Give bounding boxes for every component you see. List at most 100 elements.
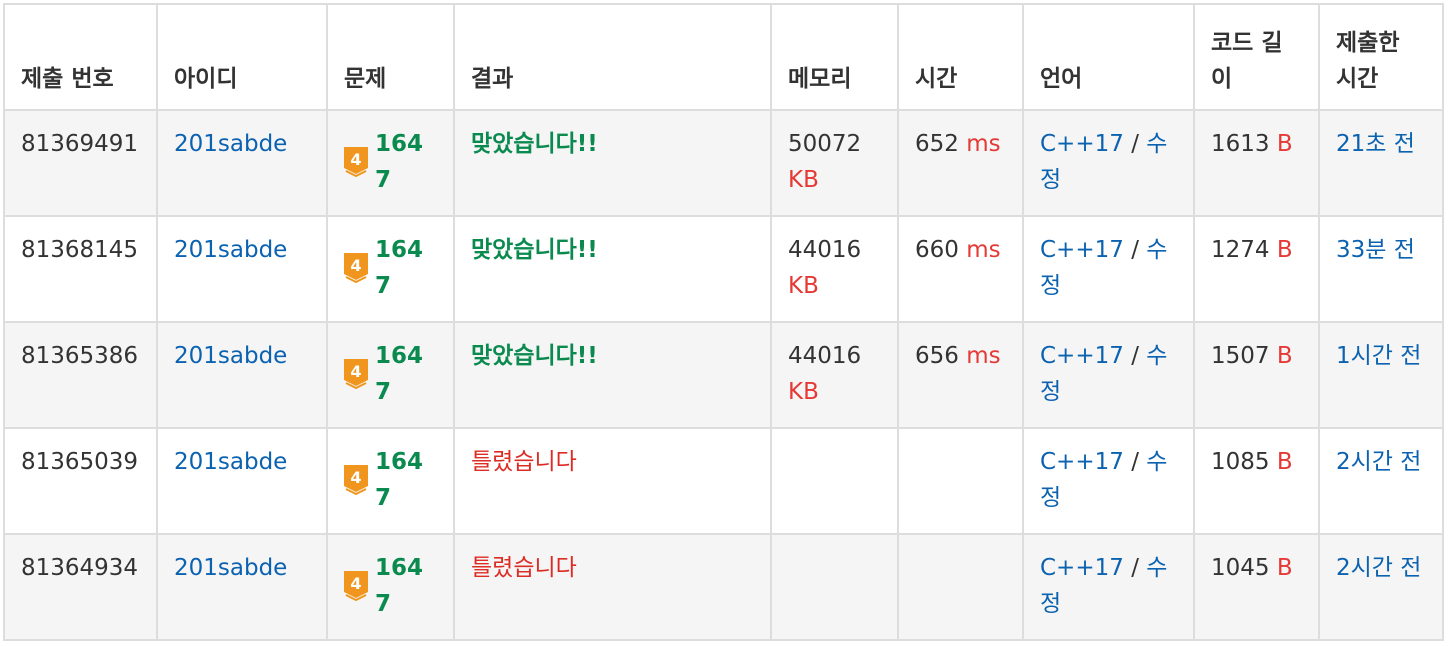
tier-badge-icon: 4 [344, 359, 368, 389]
result-text: 틀렸습니다 [471, 449, 577, 475]
problem-link[interactable]: 4 1647 [344, 338, 437, 410]
problem-number: 1647 [375, 555, 424, 617]
problem-cell: 4 1647 [326, 109, 455, 217]
problem-cell: 4 1647 [326, 321, 455, 429]
header-submitted-at: 제출한 시간 [1318, 3, 1444, 111]
submission-id-cell: 81364934 [3, 533, 158, 641]
code-length-value: 1045 [1211, 555, 1270, 581]
user-link[interactable]: 201sabde [174, 555, 287, 581]
user-link[interactable]: 201sabde [174, 237, 287, 263]
tier-badge-number: 4 [350, 256, 361, 275]
result-cell: 맞았습니다!! [453, 109, 772, 217]
problem-cell: 4 1647 [326, 215, 455, 323]
submitted-at-link[interactable]: 2시간 전 [1336, 555, 1421, 581]
language-cell: C++17 / 수정 [1022, 109, 1195, 217]
submitted-at-link[interactable]: 33분 전 [1336, 237, 1415, 263]
language-link[interactable]: C++17 [1040, 449, 1124, 475]
language-cell: C++17 / 수정 [1022, 533, 1195, 641]
problem-number: 1647 [375, 449, 424, 511]
table-body: 81369491 201sabde 4 1647 맞았습니다!! 50072 K… [3, 109, 1444, 641]
header-language: 언어 [1022, 3, 1195, 111]
code-length-cell: 1274 B [1193, 215, 1320, 323]
submitted-at-cell: 33분 전 [1318, 215, 1444, 323]
problem-link[interactable]: 4 1647 [344, 550, 437, 622]
code-length-value: 1085 [1211, 449, 1270, 475]
header-result: 결과 [453, 3, 772, 111]
submitted-at-link[interactable]: 1시간 전 [1336, 343, 1421, 369]
submission-id-cell: 81368145 [3, 215, 158, 323]
memory-value: 44016 [788, 237, 862, 263]
code-length-cell: 1507 B [1193, 321, 1320, 429]
header-submission-id: 제출 번호 [3, 3, 158, 111]
result-text: 맞았습니다!! [471, 343, 598, 369]
problem-link[interactable]: 4 1647 [344, 444, 437, 516]
table-row: 81365039 201sabde 4 1647 틀렸습니다 C++17 / 수… [3, 427, 1444, 535]
submitted-at-link[interactable]: 21초 전 [1336, 131, 1415, 157]
user-cell: 201sabde [156, 109, 328, 217]
problem-link[interactable]: 4 1647 [344, 126, 437, 198]
memory-unit: KB [788, 379, 819, 405]
user-link[interactable]: 201sabde [174, 449, 287, 475]
submission-id: 81364934 [21, 555, 139, 581]
user-cell: 201sabde [156, 321, 328, 429]
user-cell: 201sabde [156, 215, 328, 323]
header-problem: 문제 [326, 3, 455, 111]
submission-id-cell: 81365386 [3, 321, 158, 429]
language-cell: C++17 / 수정 [1022, 215, 1195, 323]
memory-cell [770, 427, 899, 535]
result-cell: 틀렸습니다 [453, 427, 772, 535]
submitted-at-cell: 2시간 전 [1318, 533, 1444, 641]
code-length-value: 1613 [1211, 131, 1270, 157]
code-length-cell: 1045 B [1193, 533, 1320, 641]
code-length-unit: B [1276, 555, 1293, 581]
time-value: 656 [915, 343, 959, 369]
language-link[interactable]: C++17 [1040, 343, 1124, 369]
memory-cell: 44016 KB [770, 321, 899, 429]
header-memory: 메모리 [770, 3, 899, 111]
result-text: 맞았습니다!! [471, 131, 598, 157]
tier-badge-icon: 4 [344, 465, 368, 495]
code-length-unit: B [1276, 237, 1293, 263]
tier-badge-number: 4 [350, 574, 361, 593]
submitted-at-link[interactable]: 2시간 전 [1336, 449, 1421, 475]
memory-cell [770, 533, 899, 641]
language-separator: / [1131, 449, 1139, 475]
language-separator: / [1131, 555, 1139, 581]
memory-value: 50072 [788, 131, 862, 157]
language-link[interactable]: C++17 [1040, 555, 1124, 581]
code-length-unit: B [1276, 343, 1293, 369]
time-unit: ms [958, 237, 1001, 263]
submission-id-cell: 81365039 [3, 427, 158, 535]
tier-badge-icon: 4 [344, 253, 368, 283]
header-user: 아이디 [156, 3, 328, 111]
code-length-value: 1507 [1211, 343, 1270, 369]
user-link[interactable]: 201sabde [174, 131, 287, 157]
code-length-unit: B [1276, 131, 1293, 157]
language-link[interactable]: C++17 [1040, 237, 1124, 263]
language-cell: C++17 / 수정 [1022, 427, 1195, 535]
language-link[interactable]: C++17 [1040, 131, 1124, 157]
tier-badge-number: 4 [350, 362, 361, 381]
user-link[interactable]: 201sabde [174, 343, 287, 369]
submission-id-cell: 81369491 [3, 109, 158, 217]
code-length-unit: B [1276, 449, 1293, 475]
time-cell [897, 533, 1024, 641]
problem-link[interactable]: 4 1647 [344, 232, 437, 304]
result-cell: 틀렸습니다 [453, 533, 772, 641]
table-row: 81369491 201sabde 4 1647 맞았습니다!! 50072 K… [3, 109, 1444, 217]
submission-id: 81368145 [21, 237, 139, 263]
submission-id: 81365386 [21, 343, 139, 369]
time-cell: 652 ms [897, 109, 1024, 217]
table-header: 제출 번호 아이디 문제 결과 메모리 시간 언어 코드 길이 제출한 시간 [3, 3, 1444, 111]
submitted-at-cell: 2시간 전 [1318, 427, 1444, 535]
time-unit: ms [958, 131, 1001, 157]
language-separator: / [1131, 131, 1139, 157]
problem-number: 1647 [375, 131, 424, 193]
memory-cell: 50072 KB [770, 109, 899, 217]
result-text: 틀렸습니다 [471, 555, 577, 581]
problem-number: 1647 [375, 343, 424, 405]
time-cell: 660 ms [897, 215, 1024, 323]
user-cell: 201sabde [156, 533, 328, 641]
time-cell: 656 ms [897, 321, 1024, 429]
header-code-length: 코드 길이 [1193, 3, 1320, 111]
